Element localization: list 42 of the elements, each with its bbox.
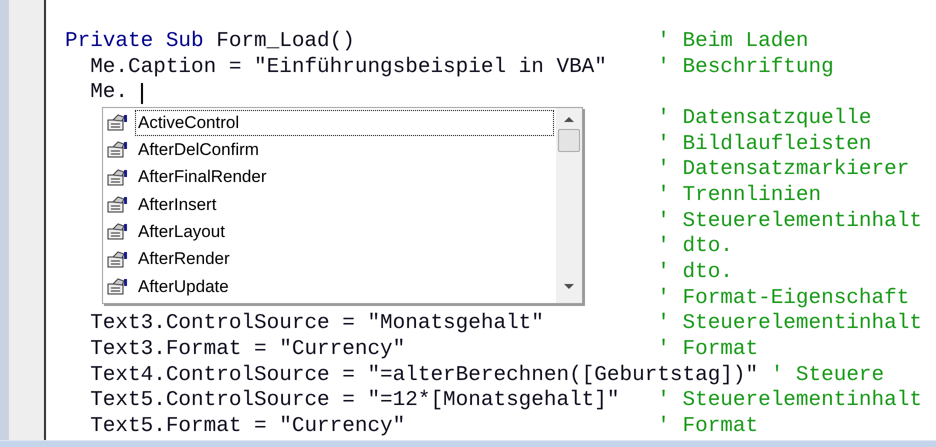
code-text: Form_Load() <box>216 29 356 55</box>
code-comment: ' Steuere <box>770 362 884 388</box>
completion-item[interactable]: AfterRender <box>135 246 554 272</box>
code-comment: ' Beschriftung <box>657 54 834 80</box>
list-card-icon <box>107 196 129 214</box>
code-text: Me.Caption = "Einführungsbeispiel in VBA" <box>90 54 608 80</box>
list-card-icon <box>107 168 129 186</box>
list-card-icon <box>107 250 129 268</box>
code-comment: ' dto. <box>657 260 733 286</box>
code-comment: ' Format-Eigenschaft <box>657 286 910 312</box>
code-comment: ' Format <box>657 414 758 440</box>
code-comment: ' Bildlaufleisten <box>657 132 872 158</box>
code-text: Text3.ControlSource = "Monatsgehalt" <box>90 311 545 337</box>
code-comment: ' Trennlinien <box>657 182 822 209</box>
code-comment: ' Datensatzquelle <box>657 106 872 132</box>
scroll-up-icon[interactable] <box>564 117 574 122</box>
scrollbar-thumb[interactable] <box>558 129 580 152</box>
code-text: Me. <box>90 80 130 106</box>
code-text: Text4.ControlSource = "=alterBerechnen([Geburtstag])" <box>90 362 760 388</box>
code-text: Text3.Format = "Currency" <box>90 336 406 363</box>
completion-item[interactable]: ActiveControl <box>135 110 554 136</box>
completion-item[interactable]: AfterLayout <box>135 218 554 245</box>
code-keyword: Private Sub <box>65 29 204 55</box>
code-comment: ' Steuerelementinhalt <box>657 388 922 414</box>
code-comment: ' Steuerelementinhalt <box>657 208 922 234</box>
list-card-icon <box>107 223 129 240</box>
scrollbar[interactable] <box>556 108 582 303</box>
completion-item[interactable]: AfterFinalRender <box>135 164 554 190</box>
list-card-icon <box>107 114 129 132</box>
code-comment: ' Beim Laden <box>657 29 809 55</box>
code-comment: ' dto. <box>657 234 733 260</box>
list-card-icon <box>107 141 129 158</box>
completion-item[interactable]: AfterUpdate <box>135 273 554 300</box>
list-card-icon <box>107 278 129 295</box>
code-comment: ' Format <box>657 336 758 363</box>
scroll-down-icon[interactable] <box>564 284 574 289</box>
code-comment: ' Datensatzmarkierer <box>657 157 910 183</box>
completion-item[interactable]: AfterDelConfirm <box>135 136 554 163</box>
code-comment: ' Steuerelementinhalt <box>657 311 922 337</box>
code-text: Text5.ControlSource = "=12*[Monatsgehalt]" <box>90 388 620 414</box>
completion-item[interactable]: AfterInsert <box>135 192 554 218</box>
code-text: Text5.Format = "Currency" <box>90 414 406 440</box>
